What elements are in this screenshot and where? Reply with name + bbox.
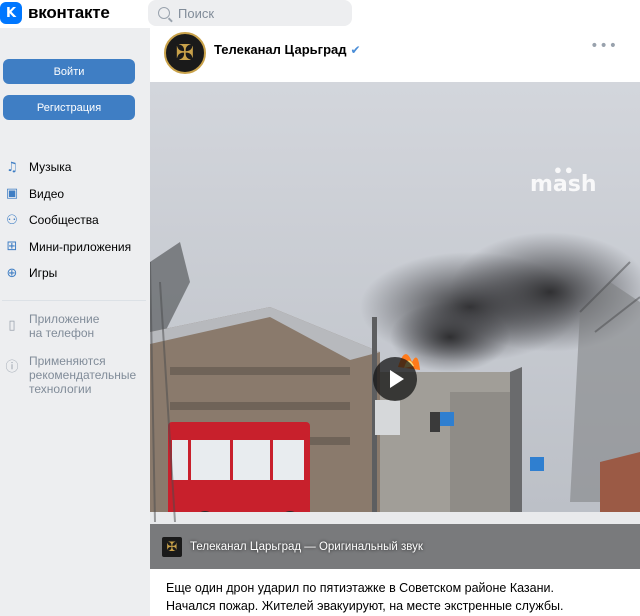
register-button[interactable]: Регистрация [3,95,135,120]
post-text: Еще один дрон ударил по пятиэтажке в Сов… [166,579,636,615]
sidebar-item-video[interactable]: ▣ Видео [0,181,148,208]
sidebar-divider [2,300,146,301]
label-line: Приложение [29,312,100,326]
sidebar-item-communities[interactable]: ⚇ Сообщества [0,207,148,234]
vk-logo-icon: K [0,2,22,24]
channel-logo-icon: ✠ [162,537,182,557]
sidebar-item-label: Мини-приложения [29,239,132,254]
play-button[interactable] [373,357,417,401]
post-text-line: Еще один дрон ударил по пятиэтажке в Сов… [166,581,554,595]
info-icon: ⓘ [5,360,19,375]
label-line: Применяются [29,354,106,368]
post-card: ✠ Телеканал Царьград ✔ ••• ●● mash ✠ Тел… [150,28,640,616]
sidebar-item-games[interactable]: ⊕ Игры [0,260,148,287]
search-input[interactable] [178,5,338,21]
sidebar-item-mini-apps[interactable]: ⊞ Мини-приложения [0,234,148,261]
video-caption[interactable]: Телеканал Царьград — Оригинальный звук [190,541,423,553]
sidebar-item-music[interactable]: ♫ Музыка [0,154,148,181]
label-line: на телефон [29,326,95,340]
video-caption-bar: ✠ Телеканал Царьград — Оригинальный звук [150,525,640,569]
video-player[interactable]: ●● mash ✠ Телеканал Царьград — Оригиналь… [150,82,640,569]
communities-icon: ⚇ [6,212,18,228]
music-icon: ♫ [6,159,18,175]
phone-icon: ▯ [8,318,16,333]
search-icon [158,7,170,19]
vk-logo-text: вконтакте [28,3,110,22]
play-icon [390,370,404,388]
more-options-icon[interactable]: ••• [590,38,618,54]
sidebar-item-label: Игры [29,266,58,281]
cross-logo-icon: ✠ [175,40,195,66]
apps-icon: ⊞ [6,239,18,255]
post-header: ✠ Телеканал Царьград ✔ ••• [150,28,640,82]
sidebar-item-label: Приложение на телефон [29,312,99,340]
top-bar: K вконтакте [0,0,640,28]
video-frame [150,82,640,569]
sidebar-item-label: Применяются рекомендательные технологии [29,354,136,396]
label-line: рекомендательные [29,368,137,382]
avatar[interactable]: ✠ [164,32,206,74]
login-button[interactable]: Войти [3,59,135,84]
gamepad-icon: ⊕ [6,265,18,281]
author-name: Телеканал Царьград [214,42,347,57]
sidebar-item-label: Сообщества [29,213,99,228]
sidebar-item-recommendations[interactable]: ⓘ Применяются рекомендательные технологи… [0,354,148,396]
label-line: технологии [29,382,92,396]
search-box[interactable] [148,0,352,26]
sidebar-secondary: ▯ Приложение на телефон ⓘ Применяются ре… [0,312,148,410]
vk-logo[interactable]: K вконтакте [0,2,110,24]
sidebar-item-mobile-app[interactable]: ▯ Приложение на телефон [0,312,148,340]
post-text-line: Начался пожар. Жителей эвакуируют, на ме… [166,599,564,613]
sidebar-nav: ♫ Музыка ▣ Видео ⚇ Сообщества ⊞ Мини-при… [0,154,148,287]
verified-icon: ✔ [350,43,361,57]
post-author[interactable]: Телеканал Царьград ✔ [214,42,361,57]
mash-watermark: mash [530,172,597,197]
sidebar-item-label: Музыка [29,160,72,175]
sidebar-item-label: Видео [29,186,65,201]
video-icon: ▣ [5,186,19,202]
